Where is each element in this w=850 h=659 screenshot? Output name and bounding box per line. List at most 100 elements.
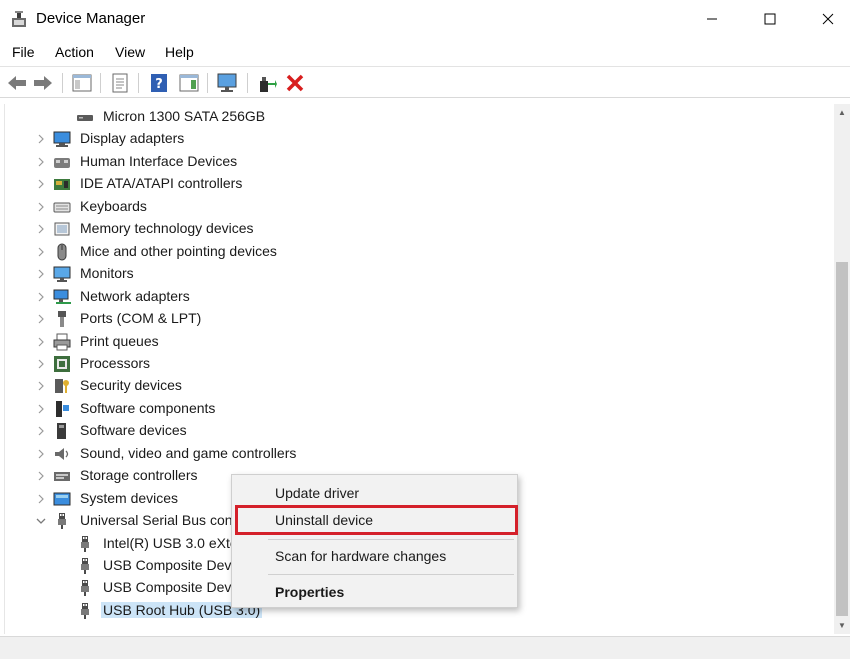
software-component-icon: [56, 400, 69, 417]
chevron-right-icon[interactable]: [35, 222, 47, 236]
chevron-right-icon[interactable]: [35, 447, 47, 461]
back-button[interactable]: [6, 72, 28, 94]
chevron-right-icon[interactable]: [35, 267, 47, 281]
tree-row[interactable]: Software devices: [5, 420, 805, 442]
hid-icon: [54, 157, 70, 168]
forward-button[interactable]: [32, 72, 54, 94]
tree-row[interactable]: Memory technology devices: [5, 218, 805, 240]
chevron-right-icon[interactable]: [35, 312, 47, 326]
chevron-right-icon[interactable]: [35, 245, 47, 259]
tree-row[interactable]: Processors: [5, 353, 805, 375]
close-icon: [822, 13, 834, 25]
ide-controller-icon: [54, 179, 70, 191]
tree-row-label: Keyboards: [80, 197, 147, 214]
tree-row-label: Monitors: [80, 265, 134, 282]
chevron-right-icon[interactable]: [35, 290, 47, 304]
tree-row-label: IDE ATA/ATAPI controllers: [80, 175, 243, 192]
network-adapter-icon: [53, 289, 71, 304]
context-menu-scan-hardware[interactable]: Scan for hardware changes: [232, 544, 517, 568]
chevron-down-icon[interactable]: [35, 514, 47, 528]
chevron-right-icon[interactable]: [35, 177, 47, 191]
speaker-icon: [55, 447, 69, 460]
mouse-icon: [57, 243, 67, 261]
monitor-icon: [53, 266, 71, 283]
menu-action[interactable]: Action: [55, 44, 94, 60]
show-hide-console-tree-button[interactable]: [71, 72, 93, 94]
tree-row[interactable]: Software components: [5, 398, 805, 420]
vertical-scrollbar[interactable]: ▲ ▼: [834, 104, 850, 634]
chevron-right-icon[interactable]: [35, 424, 47, 438]
tree-row[interactable]: Keyboards: [5, 196, 805, 218]
tree-row-label: Display adapters: [80, 130, 185, 147]
device-manager-icon: [12, 11, 26, 27]
chevron-right-icon[interactable]: [35, 469, 47, 483]
keyboard-icon: [53, 202, 71, 213]
update-driver-icon: [260, 77, 277, 92]
scrollbar-thumb[interactable]: [836, 262, 848, 616]
software-device-icon: [57, 423, 66, 440]
tree-row[interactable]: Monitors: [5, 263, 805, 285]
monitor-icon: [217, 73, 237, 92]
chevron-right-icon[interactable]: [35, 132, 47, 146]
tree-row[interactable]: Network adapters: [5, 286, 805, 308]
tree-row-label: Universal Serial Bus con: [80, 512, 233, 529]
tree-row[interactable]: Human Interface Devices: [5, 151, 805, 173]
scroll-down-icon[interactable]: ▼: [834, 617, 850, 634]
tree-row-label: Sound, video and game controllers: [80, 444, 297, 461]
tree-row-label: Mice and other pointing devices: [80, 242, 277, 259]
tree-row[interactable]: Micron 1300 SATA 256GB: [5, 106, 805, 128]
context-menu-properties[interactable]: Properties: [232, 580, 517, 604]
tree-row[interactable]: IDE ATA/ATAPI controllers: [5, 173, 805, 195]
tree-row[interactable]: Mice and other pointing devices: [5, 241, 805, 263]
help-icon: ?: [151, 74, 167, 92]
chevron-right-icon[interactable]: [35, 379, 47, 393]
uninstall-highlight-box: [235, 505, 518, 535]
tree-row[interactable]: Display adapters: [5, 128, 805, 150]
title-bar: Device Manager: [0, 0, 850, 38]
menu-file[interactable]: File: [12, 44, 35, 60]
tree-row-label: Human Interface Devices: [80, 152, 238, 169]
menu-view[interactable]: View: [115, 44, 145, 60]
status-bar: [0, 636, 850, 659]
help-button[interactable]: ?: [148, 72, 170, 94]
properties-button[interactable]: [109, 72, 131, 94]
scroll-up-icon[interactable]: ▲: [834, 104, 850, 121]
uninstall-button[interactable]: [284, 72, 306, 94]
toolbar-separator: [207, 73, 208, 93]
close-button[interactable]: [798, 0, 850, 38]
printer-icon: [53, 333, 71, 350]
chevron-right-icon[interactable]: [35, 335, 47, 349]
port-icon: [58, 311, 66, 328]
minimize-button[interactable]: [682, 0, 742, 38]
tree-row-label: Micron 1300 SATA 256GB: [103, 108, 266, 124]
tree-row[interactable]: Ports (COM & LPT): [5, 308, 805, 330]
chevron-right-icon[interactable]: [35, 200, 47, 214]
action-pane-button[interactable]: [178, 72, 200, 94]
chevron-right-icon[interactable]: [35, 357, 47, 371]
usb-icon: [81, 602, 89, 619]
back-icon: [8, 76, 26, 90]
security-device-icon: [55, 379, 69, 394]
tree-row[interactable]: Sound, video and game controllers: [5, 443, 805, 465]
chevron-right-icon[interactable]: [35, 492, 47, 506]
context-menu-update-driver[interactable]: Update driver: [232, 481, 517, 505]
chevron-right-icon[interactable]: [35, 155, 47, 169]
context-menu-label: Update driver: [275, 485, 360, 501]
tree-row-label: Ports (COM & LPT): [80, 310, 202, 327]
chevron-right-icon[interactable]: [35, 402, 47, 416]
tree-row-label: USB Composite Dev: [103, 557, 232, 573]
menu-help[interactable]: Help: [165, 44, 194, 60]
tree-row[interactable]: Print queues: [5, 331, 805, 353]
maximize-icon: [764, 13, 776, 25]
show-hide-console-tree-icon: [72, 74, 92, 92]
processor-icon: [54, 355, 70, 372]
uninstall-icon: [286, 74, 304, 92]
scan-hardware-button[interactable]: [216, 72, 238, 94]
tree-row[interactable]: Security devices: [5, 375, 805, 397]
update-driver-button[interactable]: [256, 72, 278, 94]
system-device-icon: [53, 492, 71, 506]
memory-icon: [54, 222, 70, 236]
context-menu-label: Properties: [275, 584, 345, 600]
toolbar-separator: [100, 73, 101, 93]
maximize-button[interactable]: [740, 0, 800, 38]
